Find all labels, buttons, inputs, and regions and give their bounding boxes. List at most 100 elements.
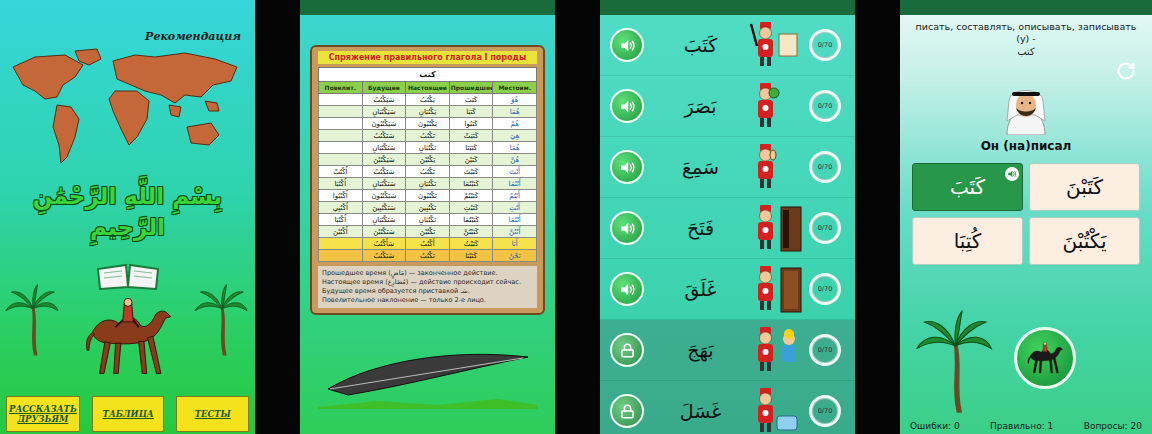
table-cell: كَتَبْتِ	[449, 202, 493, 214]
prompt-text: писать, составлять, описывать, записыват…	[900, 15, 1152, 46]
table-cell: أَنْتُمَا	[493, 178, 537, 190]
verb-row: كتب	[319, 68, 537, 82]
table-cell	[319, 130, 363, 142]
speaker-button[interactable]	[610, 89, 644, 123]
verb-row[interactable]: كَتَبَ 0/70	[600, 15, 855, 76]
table-row: سَتَكْتُبَانِتَكْتُبَانِكَتَبَتَاهُمَا	[319, 142, 537, 154]
answer-speaker[interactable]	[1005, 167, 1019, 181]
table-row: اُكْتُبِيسَتَكْتُبِينَتَكْتُبِينَكَتَبْت…	[319, 202, 537, 214]
verb-row[interactable]: غَلَقَ0/70	[600, 259, 855, 320]
table-cell	[319, 94, 363, 106]
table-cell: يَكْتُبُونَ	[406, 118, 450, 130]
verb-picture-icon	[747, 142, 805, 192]
status-bar	[300, 0, 555, 15]
table-cell: كَتَبْتُمْ	[449, 190, 493, 202]
next-button[interactable]	[1014, 327, 1076, 389]
table-cell: هُمَا	[493, 106, 537, 118]
verb-text: كَتَبَ	[654, 34, 747, 56]
table-cell: تَكْتُبَانِ	[406, 178, 450, 190]
table-cell: يَكْتُبْنَ	[406, 154, 450, 166]
lock-icon	[620, 404, 635, 419]
quiz-scene	[900, 265, 1152, 421]
table-cell: كَتَبَتْ	[449, 130, 493, 142]
palm-tree-icon	[193, 282, 249, 358]
progress-ring: 0/70	[809, 90, 841, 122]
table-cell: أَنْتُمَا	[493, 214, 537, 226]
speaker-button[interactable]	[610, 28, 644, 62]
home-button[interactable]: ТАБЛИЦА	[92, 396, 165, 432]
notes: Прошедшее время (مَاضٍ) — законченное де…	[318, 266, 537, 308]
table-cell: سَتَكْتُبَانِ	[362, 214, 406, 226]
answer-button[interactable]: كُتِبَا	[912, 217, 1023, 265]
table-row: سَيَكْتُبُيَكْتُبُكَتَبَهُوَ	[319, 94, 537, 106]
table-cell: كَتَبْتَ	[449, 166, 493, 178]
table-cell: أَنَا	[493, 238, 537, 250]
verb-row[interactable]: بَهَجَ0/70	[600, 320, 855, 381]
table-row: اُكْتُبْنَسَتَكْتُبْنَتَكْتُبْنَكَتَبْتُ…	[319, 226, 537, 238]
speaker-button[interactable]	[610, 150, 644, 184]
recommendation-link[interactable]: Рекомендация	[145, 0, 255, 45]
verb-picture-icon	[747, 386, 805, 434]
table-cell: سَيَكْتُبْنَ	[362, 154, 406, 166]
book-icon	[96, 263, 160, 291]
lock-button[interactable]	[610, 394, 644, 428]
table-cell: هُنَّ	[493, 154, 537, 166]
table-cell: كَتَبُوا	[449, 118, 493, 130]
verb-picture-icon	[747, 264, 805, 314]
feather-area	[300, 315, 555, 434]
refresh-row	[900, 57, 1152, 81]
table-cell: كَتَبَتَا	[449, 142, 493, 154]
table-cell: هِيَ	[493, 130, 537, 142]
table-cell: تَكْتُبُونَ	[406, 190, 450, 202]
verb-row[interactable]: فَتَحَ0/70	[600, 198, 855, 259]
verb-row[interactable]: غَسَلَ0/70	[600, 381, 855, 434]
conjugation-board: Спряжение правильного глагола I породыكت…	[310, 45, 545, 315]
table-cell: سَتَكْتُبْنَ	[362, 226, 406, 238]
palm-tree-icon	[914, 307, 994, 417]
table-cell: نَحْنُ	[493, 250, 537, 262]
speaker-button[interactable]	[610, 272, 644, 306]
table-cell: اُكْتُبْنَ	[319, 226, 363, 238]
refresh-icon[interactable]	[1116, 61, 1136, 81]
lock-icon	[620, 343, 635, 358]
table-cell	[319, 250, 363, 262]
stat: Вопросы: 20	[1084, 421, 1142, 431]
table-cell: سَتَكْتُبِينَ	[362, 202, 406, 214]
answer-button[interactable]: كَتَبْنَ	[1029, 163, 1140, 211]
table-row: اُكْتُبْسَتَكْتُبُتَكْتُبُكَتَبْتَأَنْتَ	[319, 166, 537, 178]
verb-cell: كتب	[319, 68, 537, 82]
feather-icon	[318, 339, 538, 409]
lock-button[interactable]	[610, 333, 644, 367]
answer-button[interactable]: يَكْتُبْنَ	[1029, 217, 1140, 265]
verb-picture-icon	[747, 203, 805, 253]
table-row: سَيَكْتُبُونَيَكْتُبُونَكَتَبُواهُمْ	[319, 118, 537, 130]
verb-row[interactable]: بَصَرَ0/70	[600, 76, 855, 137]
table-cell: تَكْتُبَانِ	[406, 142, 450, 154]
progress-ring: 0/70	[809, 29, 841, 61]
prompt-word: كتب	[900, 46, 1152, 57]
note-line: Будущее время образуется приставкой سَـ.	[322, 287, 533, 295]
table-cell: كَتَبْتُ	[449, 238, 493, 250]
table-cell: كَتَبْنَ	[449, 154, 493, 166]
table-cell: سَأَكْتُبُ	[362, 238, 406, 250]
speaker-icon	[619, 159, 636, 176]
palm-tree-icon	[4, 282, 60, 358]
home-button[interactable]: РАССКАЗАТЬ ДРУЗЬЯМ	[6, 396, 80, 432]
table-row: اُكْتُبَاسَتَكْتُبَانِتَكْتُبَانِكَتَبْت…	[319, 214, 537, 226]
column-header: Прошедшее	[449, 82, 493, 94]
table-row: اُكْتُبَاسَتَكْتُبَانِتَكْتُبَانِكَتَبْت…	[319, 178, 537, 190]
speaker-icon	[619, 281, 636, 298]
table-cell: اُكْتُبَا	[319, 178, 363, 190]
verb-row[interactable]: سَمِعَ0/70	[600, 137, 855, 198]
table-cell: سَتَكْتُبُ	[362, 130, 406, 142]
home-button[interactable]: ТЕСТЫ	[176, 396, 249, 432]
table-cell	[319, 142, 363, 154]
progress-ring: 0/70	[809, 395, 841, 427]
table-cell: سَنَكْتُبُ	[362, 250, 406, 262]
table-cell: أَكْتُبُ	[406, 238, 450, 250]
speaker-button[interactable]	[610, 211, 644, 245]
answer-button[interactable]: كَتَبَ	[912, 163, 1023, 211]
table-row: سَنَكْتُبُنَكْتُبُكَتَبْنَانَحْنُ	[319, 250, 537, 262]
table-cell: اُكْتُبْ	[319, 166, 363, 178]
column-header: Местоим.	[493, 82, 537, 94]
